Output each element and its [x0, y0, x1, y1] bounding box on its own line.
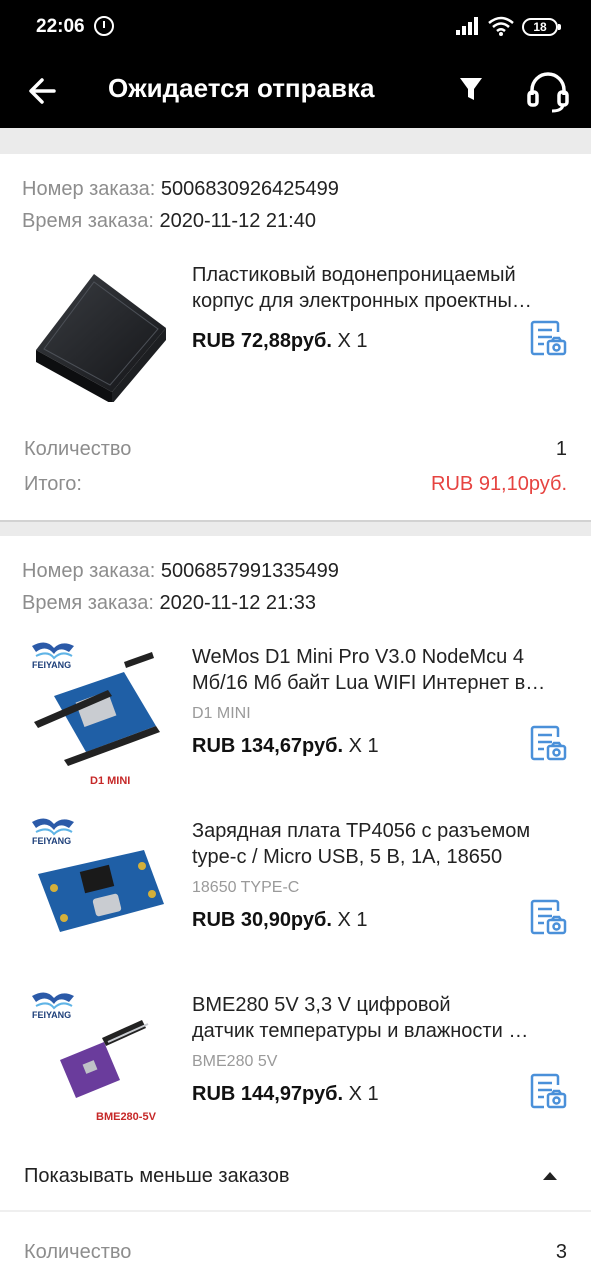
show-fewer-orders-toggle[interactable]: Показывать меньше заказов	[24, 1163, 567, 1189]
item-quantity: X 1	[337, 330, 368, 352]
order-time-row: Время заказа: 2020-11-12 21:33	[22, 590, 316, 616]
quantity-row: Количество 1	[24, 436, 567, 462]
product-price: RUB 134,67руб. X 1	[192, 733, 379, 759]
app-bar: Ожидается отправка	[0, 56, 591, 128]
status-time: 22:06	[36, 16, 85, 37]
page-title: Ожидается отправка	[108, 73, 375, 103]
price-value: RUB 144,97руб.	[192, 1083, 344, 1105]
total-label: Итого:	[24, 473, 82, 495]
product-variant: BME280 5V	[192, 1053, 278, 1070]
quantity-label: Количество	[24, 1241, 132, 1263]
brand-logo: FEIYANG	[32, 1010, 71, 1020]
section-divider	[0, 1210, 591, 1212]
price-value: RUB 30,90руб.	[192, 909, 332, 931]
brand-logo: FEIYANG	[32, 836, 71, 846]
total-row: Итого: RUB 91,10руб.	[24, 471, 567, 497]
price-value: RUB 134,67руб.	[192, 735, 344, 757]
snapshot-icon[interactable]	[528, 1071, 568, 1111]
product-image[interactable]: FEIYANG BME280-5V	[24, 984, 174, 1134]
image-caption: BME280-5V	[96, 1111, 157, 1123]
item-quantity: X 1	[348, 1083, 379, 1105]
order-number[interactable]: 5006830926425499	[161, 178, 339, 200]
order-time: 2020-11-12 21:40	[159, 210, 316, 232]
quantity-label: Количество	[24, 438, 132, 460]
order-time: 2020-11-12 21:33	[159, 592, 316, 614]
bme280-sensor-image: FEIYANG BME280-5V	[32, 992, 157, 1123]
product-price: RUB 144,97руб. X 1	[192, 1081, 379, 1107]
product-title[interactable]: Зарядная плата TP4056 с разъемом type-c …	[192, 818, 564, 870]
headset-icon[interactable]	[524, 69, 572, 115]
quantity-row: Количество 3	[24, 1239, 567, 1265]
snapshot-icon[interactable]	[528, 318, 568, 358]
order-number[interactable]: 5006857991335499	[161, 560, 339, 582]
signal-icon	[456, 17, 480, 35]
order-card: Номер заказа: 5006830926425499 Время зак…	[0, 154, 591, 520]
total-value: RUB 91,10руб.	[431, 473, 567, 495]
product-variant: D1 MINI	[192, 705, 251, 722]
snapshot-icon[interactable]	[528, 897, 568, 937]
order-time-label: Время заказа:	[22, 210, 154, 232]
item-quantity: X 1	[348, 735, 379, 757]
black-enclosure-image	[36, 274, 166, 402]
item-quantity: X 1	[337, 909, 368, 931]
alarm-icon	[94, 16, 114, 36]
wemos-board-image: FEIYANG D1 MINI	[32, 642, 160, 784]
quantity-value: 1	[555, 438, 567, 460]
filter-icon[interactable]	[454, 72, 488, 106]
tp4056-board-image: FEIYANG	[32, 818, 164, 932]
product-image[interactable]: FEIYANG	[24, 810, 174, 960]
order-number-label: Номер заказа:	[22, 178, 156, 200]
quantity-value: 3	[555, 1241, 567, 1263]
status-bar: 22:06 18	[0, 0, 591, 56]
product-title[interactable]: Пластиковый водонепроницаемый корпус для…	[192, 262, 564, 314]
price-value: RUB 72,88руб.	[192, 330, 332, 352]
product-price: RUB 30,90руб. X 1	[192, 907, 368, 933]
order-time-row: Время заказа: 2020-11-12 21:40	[22, 208, 316, 234]
order-number-row: Номер заказа: 5006830926425499	[22, 176, 339, 202]
product-title[interactable]: WeMos D1 Mini Pro V3.0 NodeMcu 4 Мб/16 М…	[192, 644, 564, 696]
product-image[interactable]	[24, 252, 174, 402]
product-image[interactable]: FEIYANG D1 MINI	[24, 634, 174, 784]
back-arrow-icon[interactable]	[24, 71, 64, 111]
product-variant: 18650 TYPE-C	[192, 879, 300, 896]
wifi-icon	[488, 16, 514, 36]
show-fewer-label: Показывать меньше заказов	[24, 1165, 290, 1187]
card-divider	[0, 520, 591, 522]
order-time-label: Время заказа:	[22, 592, 154, 614]
image-caption: D1 MINI	[90, 775, 130, 784]
order-number-label: Номер заказа:	[22, 560, 156, 582]
brand-logo: FEIYANG	[32, 660, 71, 670]
battery-icon: 18	[522, 18, 561, 36]
order-card: Номер заказа: 5006857991335499 Время зак…	[0, 536, 591, 1280]
caret-up-icon	[543, 1172, 557, 1180]
order-number-row: Номер заказа: 5006857991335499	[22, 558, 339, 584]
snapshot-icon[interactable]	[528, 723, 568, 763]
product-price: RUB 72,88руб. X 1	[192, 328, 368, 354]
product-title[interactable]: BME280 5V 3,3 V цифровой датчик температ…	[192, 992, 564, 1044]
